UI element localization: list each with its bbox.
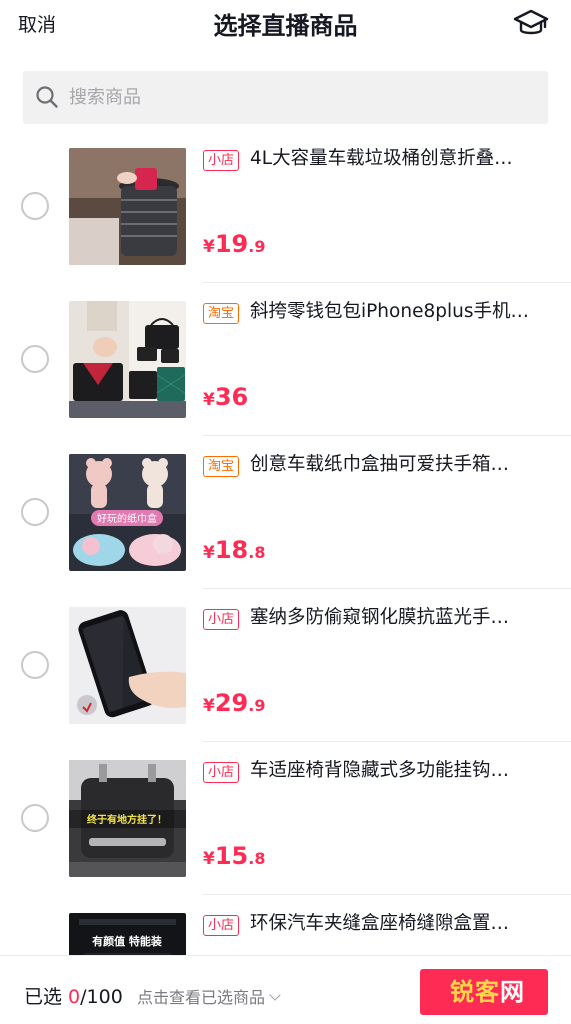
product-name[interactable]: 创意车载纸巾盒抽可爱扶手箱… bbox=[250, 451, 550, 479]
product-price: ¥19.9 bbox=[203, 230, 266, 258]
product-item[interactable]: 终于有地方挂了！ 小店 车适座椅背隐藏式多功能挂钩… ¥15.8 bbox=[0, 742, 571, 895]
product-price: ¥36 bbox=[203, 383, 249, 411]
product-name[interactable]: 4L大容量车载垃圾桶创意折叠… bbox=[250, 145, 550, 173]
product-item[interactable]: 好玩的纸巾盒 淘宝 创意车载纸巾盒抽可爱扶手箱… ¥18.8 bbox=[0, 436, 571, 589]
product-item[interactable]: 小店 4L大容量车载垃圾桶创意折叠… ¥19.9 bbox=[0, 130, 571, 283]
graduation-cap-icon[interactable] bbox=[513, 8, 549, 40]
product-thumbnail[interactable]: 好玩的纸巾盒 bbox=[69, 454, 186, 571]
product-thumbnail[interactable] bbox=[69, 607, 186, 724]
product-price: ¥18.8 bbox=[203, 536, 266, 564]
header-bar: 取消 选择直播商品 bbox=[0, 0, 571, 50]
product-thumbnail[interactable]: 终于有地方挂了！ bbox=[69, 760, 186, 877]
shop-tag: 淘宝 bbox=[203, 303, 240, 324]
select-radio[interactable] bbox=[21, 192, 49, 220]
search-input[interactable] bbox=[69, 71, 529, 124]
product-name[interactable]: 车适座椅背隐藏式多功能挂钩… bbox=[250, 757, 550, 785]
shop-tag: 小店 bbox=[203, 609, 240, 630]
product-thumbnail[interactable] bbox=[69, 148, 186, 265]
thumbnail-caption: 好玩的纸巾盒 bbox=[97, 512, 157, 525]
product-item[interactable]: 淘宝 斜挎零钱包包iPhone8plus手机… ¥36 bbox=[0, 283, 571, 436]
search-bar[interactable] bbox=[23, 71, 548, 124]
select-radio[interactable] bbox=[21, 651, 49, 679]
search-icon bbox=[35, 85, 59, 109]
chevron-down-icon bbox=[269, 989, 281, 1001]
select-radio[interactable] bbox=[21, 498, 49, 526]
watermark-logo: 锐客网 bbox=[450, 978, 525, 1006]
view-selected-link[interactable]: 点击查看已选商品 bbox=[137, 984, 281, 1008]
thumbnail-caption: 有颜值 特能装 bbox=[92, 934, 162, 948]
product-name[interactable]: 环保汽车夹缝盒座椅缝隙盒置… bbox=[250, 910, 550, 938]
product-name[interactable]: 塞纳多防偷窥钢化膜抗蓝光手… bbox=[250, 604, 550, 632]
shop-tag: 淘宝 bbox=[203, 456, 240, 477]
select-radio[interactable] bbox=[21, 345, 49, 373]
product-item[interactable]: 有颜值 特能装 小店 环保汽车夹缝盒座椅缝隙盒置… bbox=[0, 895, 571, 955]
shop-tag: 小店 bbox=[203, 150, 240, 171]
selected-count-label: 已选 0/100 bbox=[24, 986, 123, 1008]
product-list: 小店 4L大容量车载垃圾桶创意折叠… ¥19.9 淘宝 斜挎零钱包包iPhone… bbox=[0, 130, 571, 955]
shop-tag: 小店 bbox=[203, 762, 240, 783]
shop-tag: 小店 bbox=[203, 915, 240, 936]
product-thumbnail[interactable] bbox=[69, 301, 186, 418]
product-thumbnail[interactable]: 有颜值 特能装 bbox=[69, 913, 186, 955]
thumbnail-caption: 终于有地方挂了！ bbox=[87, 813, 167, 826]
product-item[interactable]: 小店 塞纳多防偷窥钢化膜抗蓝光手… ¥29.9 bbox=[0, 589, 571, 742]
select-radio[interactable] bbox=[21, 804, 49, 832]
product-price: ¥15.8 bbox=[203, 842, 266, 870]
product-name[interactable]: 斜挎零钱包包iPhone8plus手机… bbox=[250, 298, 550, 326]
page-title: 选择直播商品 bbox=[213, 12, 358, 40]
product-price: ¥29.9 bbox=[203, 689, 266, 717]
